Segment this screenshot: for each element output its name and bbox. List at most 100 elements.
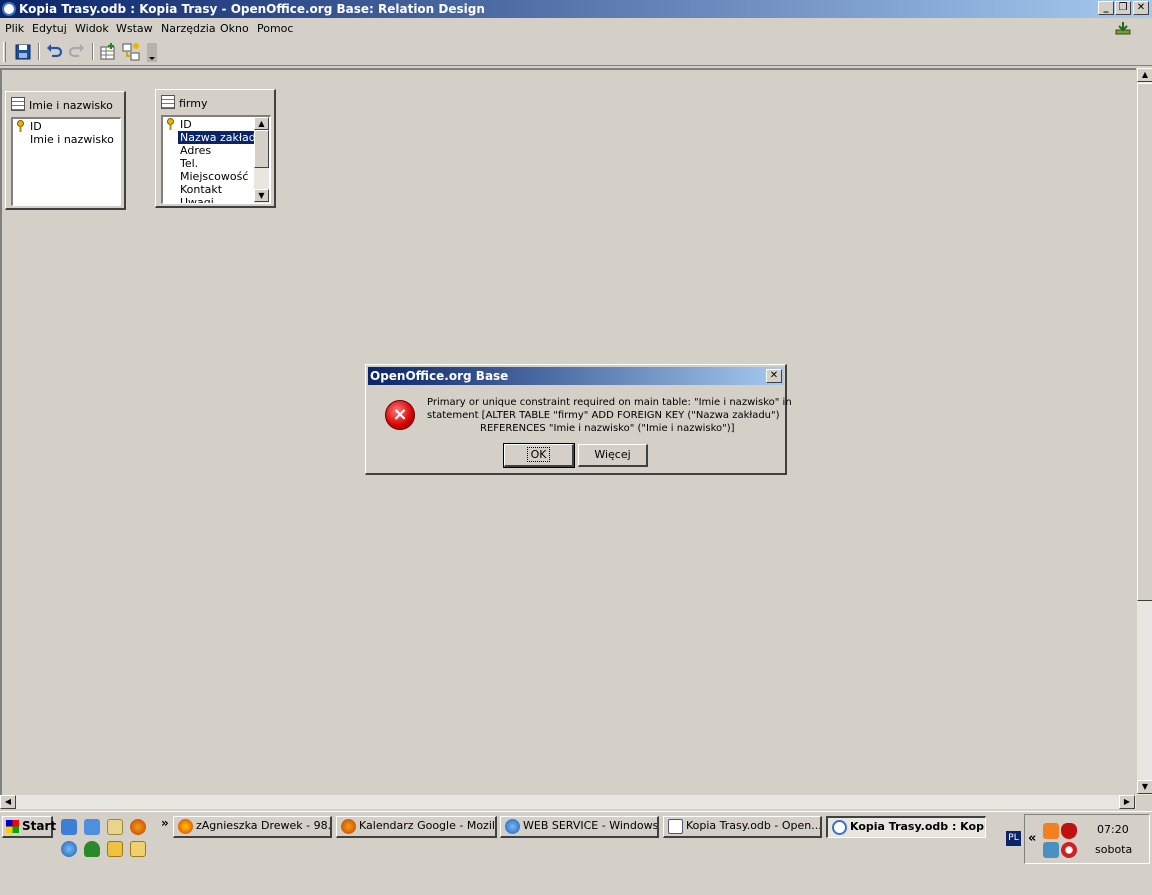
dialog-close-button[interactable]: ✕ xyxy=(766,369,782,383)
table-icon xyxy=(11,97,25,111)
toolbar-dropdown-icon[interactable] xyxy=(146,42,158,62)
primary-key-icon xyxy=(167,118,174,130)
internet-explorer-icon[interactable] xyxy=(61,841,77,857)
error-message-line: REFERENCES "Imie i nazwisko" ("Imie i na… xyxy=(480,423,735,434)
field-item[interactable]: ID xyxy=(178,118,194,131)
document-icon xyxy=(668,819,683,834)
field-item[interactable]: Tel. xyxy=(178,157,200,170)
error-dialog: OpenOffice.org Base ✕ × Primary or uniqu… xyxy=(365,364,792,475)
windows-logo-icon xyxy=(6,820,19,833)
messenger-icon[interactable] xyxy=(1043,842,1059,858)
undo-icon[interactable] xyxy=(44,42,64,62)
more-button[interactable]: Więcej xyxy=(578,444,648,467)
field-item[interactable]: ID xyxy=(28,120,44,133)
folder-icon[interactable] xyxy=(107,841,123,857)
language-indicator[interactable]: PL xyxy=(1006,831,1021,846)
field-item[interactable]: Miejscowość xyxy=(178,170,250,183)
table-window-firmy[interactable]: firmy ID Nazwa zakładu Adres Tel. Miejsc… xyxy=(155,89,276,208)
error-icon: × xyxy=(385,400,415,430)
table-window-title: firmy xyxy=(179,97,208,110)
documents-icon[interactable] xyxy=(130,841,146,857)
taskbar-button-label: WEB SERVICE - Windows... xyxy=(523,819,659,832)
taskbar-button-agnieszka[interactable]: zAgnieszka Drewek - 98... xyxy=(173,816,332,838)
firefox-icon[interactable] xyxy=(130,819,146,835)
field-item[interactable]: Uwagi xyxy=(178,196,216,203)
dialog-title: OpenOffice.org Base xyxy=(370,369,509,383)
scroll-right-button[interactable]: ▶ xyxy=(1119,795,1135,809)
save-icon[interactable] xyxy=(13,42,33,62)
dialog-title-bar[interactable]: OpenOffice.org Base ✕ xyxy=(368,367,784,385)
field-item[interactable]: Adres xyxy=(178,144,213,157)
start-button[interactable]: Start xyxy=(2,816,57,838)
redo-icon xyxy=(68,44,84,58)
outlook-express-icon[interactable] xyxy=(84,819,100,835)
internet-explorer-icon xyxy=(505,819,520,834)
menu-pomoc[interactable]: Pomoc xyxy=(257,22,293,35)
table-window-title: Imie i nazwisko xyxy=(29,99,113,112)
taskbar-button-kopia-trasy-odb[interactable]: Kopia Trasy.odb - Open... xyxy=(663,816,822,838)
field-list[interactable]: ID Nazwa zakładu Adres Tel. Miejscowość … xyxy=(161,115,271,204)
toolbar-grip[interactable] xyxy=(3,42,6,62)
ok-button-label: OK xyxy=(526,447,551,462)
taskbar-button-label: Kopia Trasy.odb - Open... xyxy=(686,819,822,832)
error-message-line: Primary or unique constraint required on… xyxy=(427,397,792,408)
taskbar: Start » zAgnieszka Drewek - 98... Kalend… xyxy=(0,811,1152,895)
antivirus-icon[interactable] xyxy=(1061,842,1077,858)
field-item[interactable]: Imie i nazwisko xyxy=(28,133,116,146)
taskbar-button-relation-design[interactable]: Kopia Trasy.odb : Kopi... xyxy=(826,816,986,838)
new-relation-icon[interactable] xyxy=(121,42,141,62)
primary-key-icon xyxy=(17,120,24,132)
restore-button[interactable]: ❐ xyxy=(1115,1,1131,15)
menu-bar: Plik Edytuj Widok Wstaw Narzędzia Okno P… xyxy=(0,18,1152,39)
update-available-icon[interactable] xyxy=(1115,21,1131,35)
scroll-thumb[interactable] xyxy=(1137,83,1152,601)
minimize-button[interactable]: _ xyxy=(1098,1,1114,15)
add-table-icon[interactable] xyxy=(98,42,118,62)
openoffice-icon xyxy=(832,820,847,835)
clock-day: sobota xyxy=(1095,843,1133,856)
field-item[interactable]: Kontakt xyxy=(178,183,224,196)
system-tray: 07:20 sobota xyxy=(1024,814,1150,864)
taskbar-button-google-calendar[interactable]: Kalendarz Google - Mozill... xyxy=(336,816,497,838)
security-shield-icon[interactable] xyxy=(1061,823,1077,839)
taskbar-button-label: Kalendarz Google - Mozill... xyxy=(359,819,497,832)
toolbar-separator xyxy=(92,43,94,60)
vertical-scrollbar[interactable]: ▲ ▼ xyxy=(1136,68,1152,795)
menu-edytuj[interactable]: Edytuj xyxy=(32,22,67,35)
taskbar-button-label: Kopia Trasy.odb : Kopi... xyxy=(850,820,986,833)
field-list-scrollbar[interactable]: ▲ ▼ xyxy=(254,117,269,203)
menu-okno[interactable]: Okno xyxy=(220,22,249,35)
scroll-down-button[interactable]: ▼ xyxy=(1137,780,1152,794)
sun-icon xyxy=(178,819,193,834)
table-window-imie-i-nazwisko[interactable]: Imie i nazwisko ID Imie i nazwisko xyxy=(5,91,126,210)
field-list[interactable]: ID Imie i nazwisko xyxy=(11,117,121,206)
scroll-thumb[interactable] xyxy=(254,130,269,168)
menu-narzedzia[interactable]: Narzędzia xyxy=(161,22,216,35)
menu-widok[interactable]: Widok xyxy=(75,22,109,35)
clock-time[interactable]: 07:20 xyxy=(1097,823,1129,836)
taskbar-button-web-service[interactable]: WEB SERVICE - Windows... xyxy=(500,816,659,838)
horizontal-scrollbar[interactable]: ◀ ▶ xyxy=(0,795,1136,809)
field-item-selected[interactable]: Nazwa zakładu xyxy=(178,131,265,144)
window-title: Kopia Trasy.odb : Kopia Trasy - OpenOffi… xyxy=(19,2,485,16)
taskbar-button-label: zAgnieszka Drewek - 98... xyxy=(196,819,332,832)
ok-button[interactable]: OK xyxy=(503,443,575,468)
scroll-down-button[interactable]: ▼ xyxy=(254,189,269,202)
app-window: Kopia Trasy.odb : Kopia Trasy - OpenOffi… xyxy=(0,0,1152,895)
show-desktop-icon[interactable] xyxy=(61,819,77,835)
quicklaunch-more-button[interactable]: » xyxy=(161,816,169,830)
tree-app-icon[interactable] xyxy=(84,841,100,857)
start-label: Start xyxy=(22,819,57,833)
menu-plik[interactable]: Plik xyxy=(5,22,24,35)
close-button[interactable]: ✕ xyxy=(1133,1,1149,15)
openoffice-icon xyxy=(2,2,16,16)
notepad-icon[interactable] xyxy=(107,819,123,835)
scroll-up-button[interactable]: ▲ xyxy=(1137,68,1152,82)
toolbar-separator xyxy=(38,43,40,60)
java-icon[interactable] xyxy=(1043,823,1059,839)
toolbar xyxy=(0,39,1152,66)
menu-wstaw[interactable]: Wstaw xyxy=(116,22,153,35)
title-bar[interactable]: Kopia Trasy.odb : Kopia Trasy - OpenOffi… xyxy=(0,0,1152,18)
scroll-up-button[interactable]: ▲ xyxy=(254,117,269,130)
scroll-left-button[interactable]: ◀ xyxy=(0,795,16,809)
